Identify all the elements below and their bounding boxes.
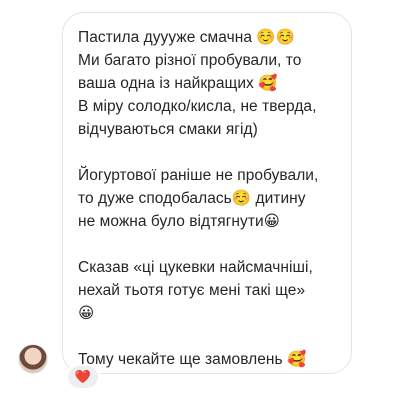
message-line: то дуже сподобалась☺️ дитину	[78, 190, 306, 207]
message-line: Ми багато різної пробували, то	[78, 52, 302, 69]
message-paragraph-3: Сказав «ці цукевки найсмачніші, нехай ть…	[78, 256, 341, 325]
sender-avatar[interactable]	[18, 344, 48, 374]
message-line: ваша одна із найкращих 🥰	[78, 75, 278, 92]
heart-icon: ❤️	[74, 369, 92, 384]
message-line: відчуваються смаки ягід)	[78, 121, 258, 138]
heart-reaction[interactable]: ❤️	[66, 364, 100, 390]
message-line: нехай тьотя готує мені такі ще»	[78, 282, 306, 299]
message-line: Йогуртової раніше не пробували,	[78, 167, 319, 184]
message-line: Сказав «ці цукевки найсмачніші,	[78, 259, 313, 276]
message-line: В міру солодко/кисла, не тверда,	[78, 98, 317, 115]
message-bubble[interactable]: Пастила дуууже смачна ☺️☺️ Ми багато різ…	[62, 12, 352, 374]
message-line: Тому чекайте ще замовлень 🥰	[78, 351, 307, 368]
message-line: не можна було відтягнути😀	[78, 213, 280, 230]
message-paragraph-4: Тому чекайте ще замовлень 🥰	[78, 348, 341, 371]
message-line: 😀	[78, 305, 95, 322]
message-line: Пастила дуууже смачна ☺️☺️	[78, 29, 296, 46]
message-paragraph-2: Йогуртової раніше не пробували, то дуже …	[78, 164, 341, 233]
message-paragraph-1: Пастила дуууже смачна ☺️☺️ Ми багато різ…	[78, 26, 341, 141]
